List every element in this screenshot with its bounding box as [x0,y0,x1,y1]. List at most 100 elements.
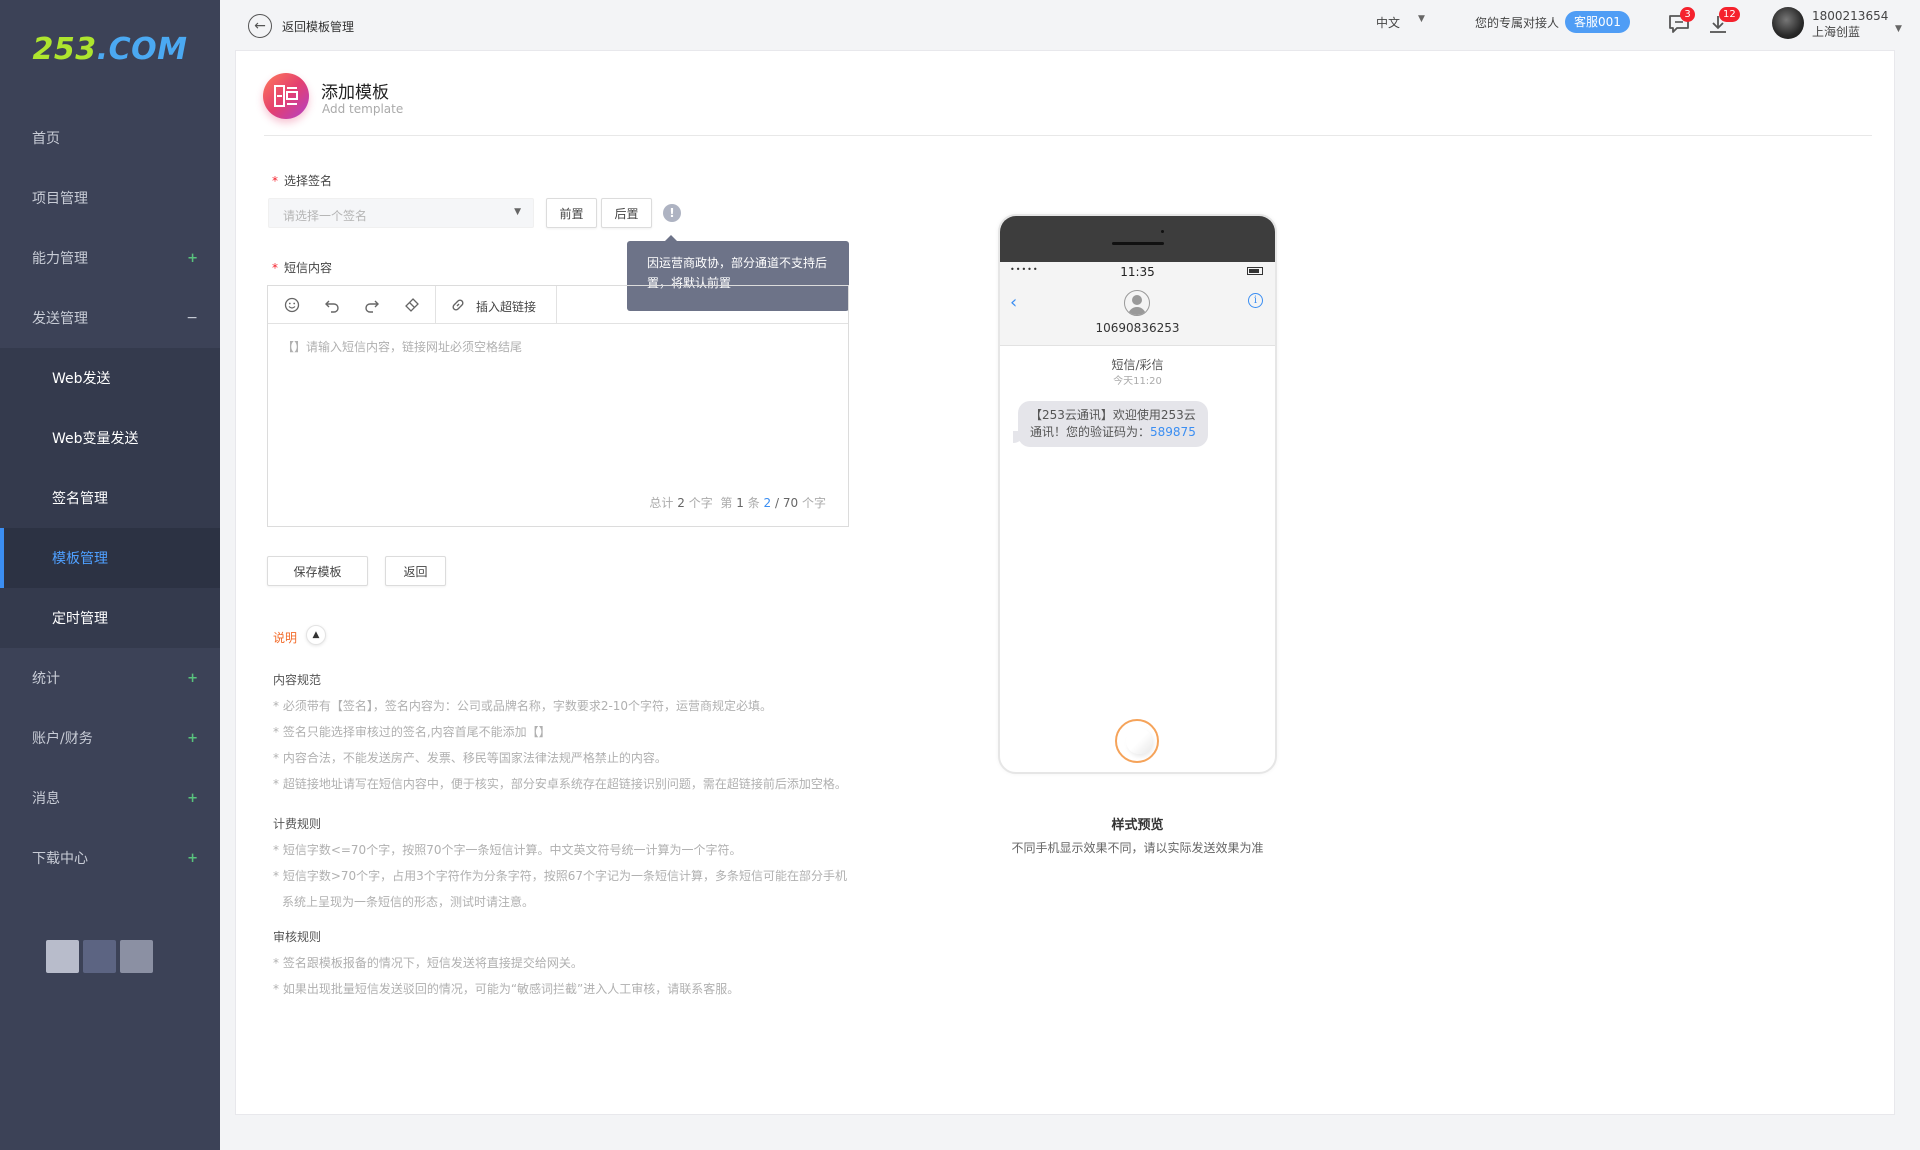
eraser-icon[interactable] [403,296,421,314]
collapse-minus-icon: − [186,310,198,326]
page-title: 添加模板 [321,83,389,103]
agent-label: 您的专属对接人 [1475,16,1560,30]
verification-code: 589875 [1150,425,1196,439]
link-icon[interactable] [449,296,467,314]
message-header: ‹ 10690836253 i [1000,280,1275,346]
sidebar-item-projects[interactable]: 项目管理 [0,168,220,228]
sidebar-subitem-web-send[interactable]: Web发送 [0,348,220,408]
sidebar-nav: 首页 项目管理 能力管理 + 发送管理 − Web发送 Web变量发送 签名管理… [0,108,220,888]
note-line: * 超链接地址请写在短信内容中，便于核实，部分安卓系统存在超链接识别问题，需在超… [273,777,847,791]
sidebar-subitem-template[interactable]: 模板管理 [0,528,220,588]
contact-number: 10690836253 [1095,321,1180,335]
toolbar-divider [556,286,557,324]
required-asterisk: * [272,261,278,275]
theme-swatch-dark[interactable] [83,940,116,973]
content-textarea[interactable]: 【】请输入短信内容，链接网址必须空格结尾 [282,338,522,355]
toolbar-divider [435,286,436,324]
back-arrow-icon[interactable]: ← [248,14,272,38]
preview-subtitle: 不同手机显示效果不同，请以实际发送效果为准 [1011,841,1264,855]
note-line: * 如果出现批量短信发送驳回的情况，可能为“敏感词拦截”进入人工审核，请联系客服… [273,982,740,996]
signature-select[interactable]: 请选择一个签名 ▼ [268,198,534,228]
back-link[interactable]: 返回模板管理 [282,18,354,35]
note-line: * 必须带有【签名】，签名内容为：公司或品牌名称，字数要求2-10个字符，运营商… [273,699,773,713]
notes-toggle[interactable]: 说明 [273,629,297,646]
logo[interactable]: 253.COM [0,0,220,98]
signature-placeholder: 请选择一个签名 [283,209,368,223]
sidebar-item-statistics[interactable]: 统计 + [0,648,220,708]
note-line: * 短信字数>70个字，占用3个字符作为分条字符，按照67个字记为一条短信计算，… [273,869,848,883]
phone-preview: ••••• 11:35 ‹ 10690836253 i 短信/彩信 今天11:2… [998,214,1277,774]
sidebar-item-label: 项目管理 [32,191,88,207]
sidebar-item-label: 能力管理 [32,251,88,267]
sidebar: 253.COM 首页 项目管理 能力管理 + 发送管理 − Web发送 Web变… [0,0,220,1150]
sidebar-subitem-label: 签名管理 [52,491,108,507]
theme-swatches [46,940,153,973]
sidebar-subitem-signature[interactable]: 签名管理 [0,468,220,528]
sidebar-item-label: 首页 [32,131,60,147]
back-button[interactable]: 返回 [385,556,446,586]
agent-badge[interactable]: 客服001 [1565,11,1630,33]
page-subtitle: Add template [322,102,404,116]
main-card: 添加模板 Add template * 选择签名 请选择一个签名 ▼ 前置 后置 … [235,50,1895,1115]
expand-plus-icon: + [187,790,198,806]
sidebar-item-sending[interactable]: 发送管理 − [0,288,220,348]
editor-toolbar: 插入超链接 [268,286,848,324]
home-button-icon [1115,719,1159,763]
expand-plus-icon: + [187,730,198,746]
content-field-label: * 短信内容 [272,261,333,275]
phone-time: 11:35 [1120,265,1155,279]
prefix-button[interactable]: 前置 [546,198,597,228]
language-selector[interactable]: 中文 [1376,14,1400,31]
sidebar-subitem-label: Web变量发送 [52,431,139,447]
signature-field-label: * 选择签名 [272,174,333,188]
note-line: 系统上呈现为一条短信的形态，测试时请注意。 [282,895,535,909]
logo-main: 253 [32,31,97,67]
phone-camera [1161,230,1164,233]
message-bubble: 【253云通讯】欢迎使用253云通讯！您的验证码为：589875 [1013,401,1208,447]
required-asterisk: * [272,174,278,188]
info-circle-icon: i [1248,293,1263,308]
note-line: * 签名只能选择审核过的签名,内容首尾不能添加【】 [273,725,551,739]
divider [264,135,1872,136]
template-icon [263,73,309,119]
user-menu-caret-icon[interactable]: ▼ [1895,24,1902,34]
info-icon[interactable]: ! [663,204,681,222]
suffix-button[interactable]: 后置 [601,198,652,228]
sidebar-subitem-web-variable-send[interactable]: Web变量发送 [0,408,220,468]
message-icon[interactable]: 3 [1666,7,1695,37]
message-badge: 3 [1680,7,1695,22]
phone-speaker [1112,242,1164,245]
avatar[interactable] [1772,7,1804,39]
redo-icon[interactable] [363,296,381,314]
chevron-up-icon[interactable]: ▲ [306,625,326,645]
emoji-icon[interactable] [283,296,301,314]
chevron-left-icon: ‹ [1010,292,1018,313]
save-template-button[interactable]: 保存模板 [267,556,368,586]
sidebar-subitem-scheduled[interactable]: 定时管理 [0,588,220,648]
user-company: 上海创蓝 [1812,25,1861,39]
theme-swatch-gray[interactable] [120,940,153,973]
theme-swatch-light[interactable] [46,940,79,973]
caret-down-icon[interactable]: ▼ [1418,14,1425,24]
contact-avatar-icon [1124,290,1150,316]
phone-status-bar: ••••• 11:35 [1000,262,1275,280]
note-line: * 签名跟模板报备的情况下，短信发送将直接提交给网关。 [273,956,583,970]
sidebar-item-downloads[interactable]: 下载中心 + [0,828,220,888]
sidebar-item-home[interactable]: 首页 [0,108,220,168]
sidebar-item-account[interactable]: 账户/财务 + [0,708,220,768]
sidebar-item-label: 账户/财务 [32,731,93,747]
insert-link-button[interactable]: 插入超链接 [476,298,536,315]
sidebar-item-label: 发送管理 [32,311,88,327]
notes-section-title: 内容规范 [273,673,322,687]
sending-submenu: Web发送 Web变量发送 签名管理 模板管理 定时管理 [0,348,220,648]
download-icon[interactable]: 12 [1705,7,1740,37]
sidebar-subitem-label: 定时管理 [52,611,108,627]
undo-icon[interactable] [323,296,341,314]
chat-time: 今天11:20 [1113,376,1162,387]
preview-title: 样式预览 [1111,818,1164,833]
char-counter: 总计 2 个字 第 1 条 2 / 70 个字 [649,496,826,510]
logo-tld: .COM [96,31,188,67]
sidebar-item-capability[interactable]: 能力管理 + [0,228,220,288]
battery-icon [1247,267,1263,275]
sidebar-item-messages[interactable]: 消息 + [0,768,220,828]
